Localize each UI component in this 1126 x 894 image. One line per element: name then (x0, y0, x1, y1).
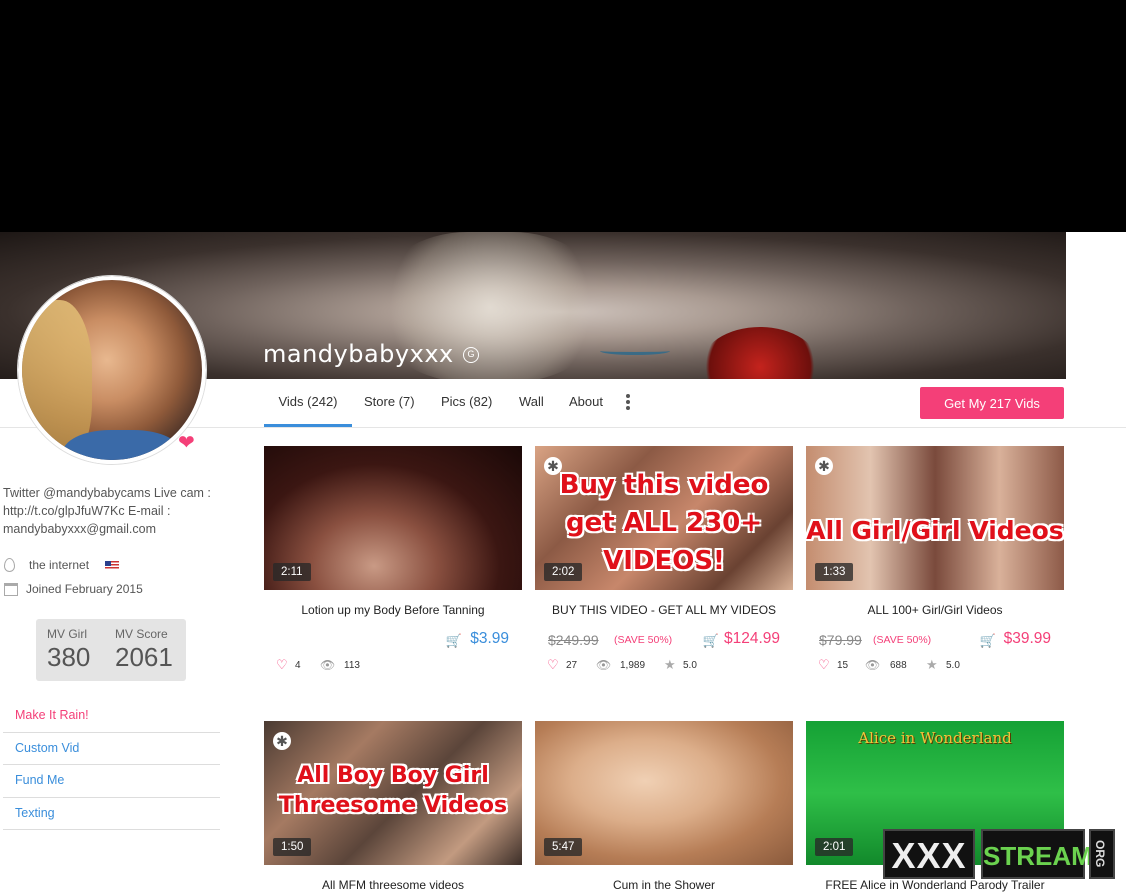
video-title[interactable]: ALL 100+ Girl/Girl Videos (806, 603, 1064, 619)
score-box: MV Girl 380 MV Score 2061 (36, 619, 186, 681)
price-row: $79.99 (SAVE 50%) 🛒 $39.99 (806, 628, 1064, 656)
location-text: the internet (29, 558, 90, 572)
original-price: $79.99 (819, 632, 862, 648)
location-row: the internet (4, 558, 120, 572)
get-all-vids-button[interactable]: Get My 217 Vids (920, 387, 1064, 419)
watermark-part: XXX (883, 829, 975, 879)
watermark-part: ORG (1089, 829, 1115, 879)
like-count: 4 (295, 660, 301, 671)
like-heart-icon[interactable]: ♡ (547, 657, 559, 673)
watermark-part: STREAMS (981, 829, 1110, 879)
video-title[interactable]: All MFM threesome videos (264, 878, 522, 894)
cart-icon[interactable]: 🛒 (446, 633, 462, 649)
banner-image-detail (600, 347, 670, 355)
side-menu-custom-vid[interactable]: Custom Vid (3, 733, 220, 765)
video-thumbnail[interactable]: ✱ All Boy Boy Girl Threesome Videos 1:50 (264, 721, 522, 865)
side-menu-fund-me[interactable]: Fund Me (3, 765, 220, 798)
side-menu-texting[interactable]: Texting (3, 798, 220, 830)
mv-girl-score: MV Girl 380 (47, 627, 90, 673)
like-heart-icon[interactable]: ♡ (818, 657, 830, 673)
video-thumbnail[interactable]: 2:11 (264, 446, 522, 590)
mv-girl-value: 380 (47, 642, 91, 672)
video-duration: 2:01 (815, 838, 854, 856)
watermark-logo: XXX STREAMS ORG (883, 826, 1116, 882)
profile-bio: Twitter @mandybabycams Live cam : http:/… (3, 486, 211, 536)
rating-value: 5.0 (683, 660, 697, 671)
video-price[interactable]: $3.99 (470, 630, 509, 648)
video-duration: 2:02 (544, 563, 583, 581)
cart-icon[interactable]: 🛒 (980, 633, 996, 649)
video-player-area[interactable] (0, 0, 1126, 232)
video-thumbnail[interactable]: 5:47 (535, 721, 793, 865)
video-price[interactable]: $39.99 (1004, 630, 1051, 648)
us-flag-icon (105, 560, 120, 570)
original-price: $249.99 (548, 632, 599, 648)
like-count: 15 (837, 660, 849, 671)
rating-star-icon: ★ (664, 657, 676, 672)
calendar-icon (4, 582, 18, 596)
featured-badge-icon: ✱ (815, 457, 833, 475)
video-title[interactable]: Lotion up my Body Before Tanning (264, 603, 522, 619)
views-eye-icon: 👁 (320, 658, 336, 672)
thumbnail-overlay-text: All Girl/Girl Videos (806, 516, 1064, 545)
rating-value: 5.0 (946, 660, 960, 671)
price-row: $249.99 (SAVE 50%) 🛒 $124.99 (535, 628, 793, 656)
favorite-heart-icon[interactable]: ❤ (178, 430, 195, 455)
video-thumbnail[interactable]: ✱ Buy this video get ALL 230+ VIDEOS! 2:… (535, 446, 793, 590)
cart-icon[interactable]: 🛒 (703, 633, 719, 649)
like-heart-icon[interactable]: ♡ (276, 657, 288, 673)
featured-badge-icon: ✱ (273, 732, 291, 750)
side-menu-make-it-rain[interactable]: Make It Rain! (3, 700, 220, 733)
tab-pics[interactable]: Pics (82) (441, 379, 492, 427)
view-count: 1,989 (620, 660, 646, 671)
like-count: 27 (566, 660, 578, 671)
video-duration: 5:47 (544, 838, 583, 856)
video-stats: ♡ 27 👁 1,989 ★ 5.0 (535, 657, 793, 676)
mv-score-value: 2061 (115, 642, 173, 672)
tab-wall[interactable]: Wall (519, 379, 544, 427)
view-count: 688 (890, 660, 907, 671)
more-menu-icon[interactable] (626, 394, 630, 412)
joined-text: Joined February 2015 (26, 582, 143, 596)
video-duration: 1:33 (815, 563, 854, 581)
video-price[interactable]: $124.99 (724, 630, 780, 648)
thumbnail-overlay-text: Alice in Wonderland (858, 729, 1012, 747)
video-duration: 2:11 (273, 563, 311, 581)
tab-store[interactable]: Store (7) (364, 379, 415, 427)
video-thumbnail[interactable]: ✱ All Girl/Girl Videos 1:33 (806, 446, 1064, 590)
side-menu: Make It Rain! Custom Vid Fund Me Texting (3, 700, 220, 830)
location-pin-icon (4, 558, 15, 572)
banner-image-detail (700, 327, 820, 379)
video-card[interactable]: ✱ Buy this video get ALL 230+ VIDEOS! 2:… (535, 446, 793, 676)
rating-star-icon: ★ (926, 657, 938, 672)
mv-girl-label: MV Girl (47, 627, 87, 641)
video-title[interactable]: BUY THIS VIDEO - GET ALL MY VIDEOS (535, 603, 793, 619)
video-stats: ♡ 15 👁 688 ★ 5.0 (806, 657, 1064, 676)
thumbnail-overlay-text: All Boy Boy Girl Threesome Videos (278, 763, 508, 818)
video-card[interactable]: 2:11 Lotion up my Body Before Tanning 🛒 … (264, 446, 522, 676)
verified-badge-icon: G (463, 347, 479, 363)
mv-score-label: MV Score (115, 627, 168, 641)
video-card[interactable]: ✱ All Boy Boy Girl Threesome Videos 1:50… (264, 721, 522, 894)
video-duration: 1:50 (273, 838, 312, 856)
video-stats: ♡ 4 👁 113 (264, 657, 522, 676)
save-label: (SAVE 50%) (614, 634, 673, 646)
save-label: (SAVE 50%) (873, 634, 932, 646)
view-count: 113 (344, 660, 360, 671)
tab-vids[interactable]: Vids (242) (264, 379, 352, 427)
video-title[interactable]: Cum in the Shower (535, 878, 793, 894)
views-eye-icon: 👁 (865, 658, 881, 672)
video-card[interactable]: ✱ All Girl/Girl Videos 1:33 ALL 100+ Gir… (806, 446, 1064, 676)
video-card[interactable]: 5:47 Cum in the Shower (535, 721, 793, 894)
mv-score: MV Score 2061 (115, 627, 173, 673)
views-eye-icon: 👁 (596, 658, 612, 672)
tab-about[interactable]: About (569, 379, 603, 427)
price-row: 🛒 $3.99 (264, 628, 522, 656)
joined-row: Joined February 2015 (4, 582, 143, 596)
profile-username: mandybabyxxx (263, 340, 454, 368)
